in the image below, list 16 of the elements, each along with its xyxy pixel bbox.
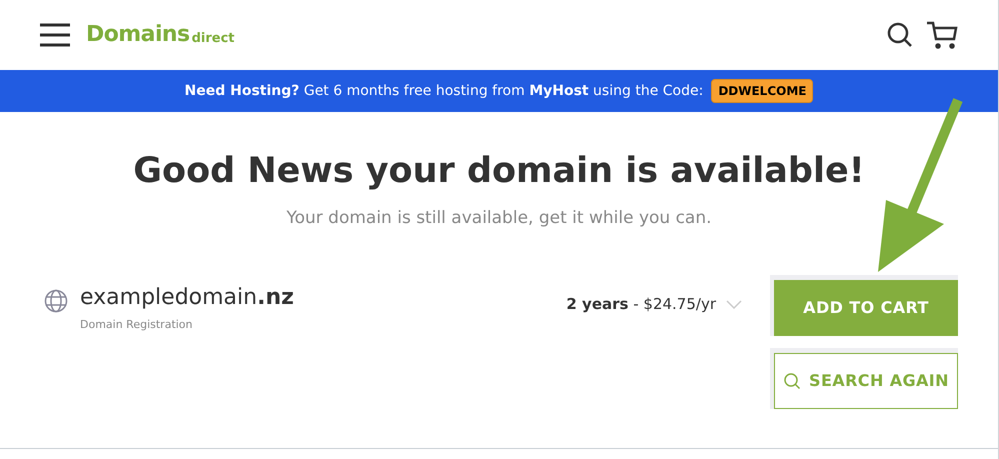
add-to-cart-button[interactable]: ADD TO CART xyxy=(774,280,958,336)
promo-text: Need Hosting? Get 6 months free hosting from MyHost using the Code: xyxy=(184,82,704,100)
menu-icon[interactable] xyxy=(40,23,70,47)
subheading: Your domain is still available, get it while you can. xyxy=(285,206,713,230)
page-heading: Good News your domain is available! xyxy=(132,150,866,193)
domain-type: Domain Registration xyxy=(80,317,194,334)
globe-icon xyxy=(44,289,68,314)
domain-name: exampledomain.nz xyxy=(80,287,294,310)
chevron-down-icon xyxy=(726,300,742,309)
cart-icon[interactable] xyxy=(926,21,958,49)
promo-code: DDWELCOME xyxy=(711,79,814,103)
logo[interactable]: Domains direct xyxy=(86,24,235,46)
search-icon xyxy=(783,372,802,390)
period-select[interactable]: 2 years - $24.75/yr xyxy=(566,293,742,316)
search-again-button[interactable]: SEARCH AGAIN xyxy=(774,353,958,410)
search-icon[interactable] xyxy=(886,21,914,49)
